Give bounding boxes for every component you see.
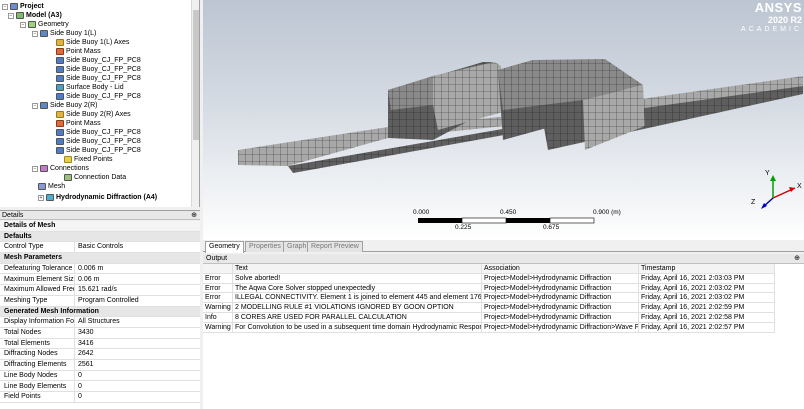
details-section[interactable]: Mesh Parameters	[0, 253, 200, 264]
details-row[interactable]: Total Nodes 3430	[0, 328, 200, 339]
fixed-points-icon	[64, 156, 72, 163]
scale-bar: 0.000 0.450 0.900 (m) 0.225 0.675	[413, 209, 653, 234]
axes-icon	[56, 39, 64, 46]
output-row[interactable]: Error Solve aborted! Project>Model>Hydrody…	[203, 273, 775, 284]
tree-scrollbar[interactable]	[191, 0, 199, 207]
output-panel: Text Association Timestamp Error Solve ab…	[203, 264, 804, 409]
mesh-icon	[38, 183, 46, 190]
tree-node-body[interactable]: Side Buoy_CJ_FP_PC8	[56, 92, 141, 101]
pin-icon[interactable]: ⊕	[191, 211, 197, 221]
tree-node-fixed-points[interactable]: Fixed Points	[64, 155, 113, 164]
scale-bar-segments	[418, 217, 595, 224]
pin-icon[interactable]: ⊕	[794, 254, 800, 264]
details-row[interactable]: Display Information For All Structures	[0, 317, 200, 328]
tree-node-axes[interactable]: Side Buoy 2(R) Axes	[56, 110, 131, 119]
analysis-icon	[46, 194, 54, 201]
tree-node-point-mass[interactable]: Point Mass	[56, 119, 101, 128]
tree-node-hydrodynamic-diffraction[interactable]: + Hydrodynamic Diffraction (A4)	[38, 193, 157, 202]
tree-node-point-mass[interactable]: Point Mass	[56, 47, 101, 56]
tree-node-model[interactable]: − Model (A3)	[8, 11, 62, 20]
output-row[interactable]: Error ILLEGAL CONNECTIVITY. Element 1 is …	[203, 293, 775, 304]
tree-node-body[interactable]: Side Buoy_CJ_FP_PC8	[56, 65, 141, 74]
body-icon	[56, 57, 64, 64]
part-icon	[40, 102, 48, 109]
expand-toggle-icon[interactable]: +	[38, 194, 44, 201]
details-panel-title: Details ⊕	[0, 210, 200, 220]
tab-report-preview[interactable]: Report Preview	[307, 241, 363, 252]
outline-tree: − Project − Model (A3) − Geometry − Side…	[0, 0, 200, 207]
details-panel: Details of Mesh Defaults Control Type Bas…	[0, 221, 200, 409]
output-header-row: Text Association Timestamp	[203, 264, 775, 274]
tree-node-body[interactable]: Side Buoy_CJ_FP_PC8	[56, 74, 141, 83]
connection-data-icon	[64, 174, 72, 181]
tree-node-geometry[interactable]: − Geometry	[20, 20, 69, 29]
details-header: Details of Mesh	[0, 221, 200, 232]
surface-body-icon	[56, 84, 64, 91]
details-row[interactable]: Maximum Allowed Freq... 15.621 rad/s	[0, 285, 200, 296]
details-row[interactable]: Line Body Nodes 0	[0, 370, 200, 382]
details-section[interactable]: Defaults	[0, 231, 200, 243]
body-icon	[56, 66, 64, 73]
ansys-logo: ANSYS 2020 R2 ACADEMIC	[741, 0, 802, 33]
collapse-toggle-icon[interactable]: −	[2, 3, 8, 10]
details-row[interactable]: Meshing Type Program Controlled	[0, 295, 200, 307]
tree-node-body[interactable]: Side Buoy_CJ_FP_PC8	[56, 137, 141, 146]
tree-node-side-buoy-2[interactable]: − Side Buoy 2(R)	[32, 101, 97, 110]
details-row[interactable]: Field Points 0	[0, 392, 200, 403]
body-icon	[56, 129, 64, 136]
axes-icon	[56, 111, 64, 118]
collapse-toggle-icon[interactable]: −	[20, 21, 26, 28]
tab-properties[interactable]: Properties	[245, 241, 285, 252]
output-row[interactable]: Warning For Convolution to be used in a s…	[203, 322, 775, 333]
output-panel-title: Output ⊕	[203, 254, 804, 264]
model-icon	[16, 12, 24, 19]
collapse-toggle-icon[interactable]: −	[32, 165, 38, 172]
details-row[interactable]: Diffracting Nodes 2642	[0, 349, 200, 361]
view-tabs: Geometry Properties Graph Report Preview	[203, 240, 804, 253]
collapse-toggle-icon[interactable]: −	[32, 102, 38, 109]
details-row[interactable]: Defeaturing Tolerance 0.006 m	[0, 263, 200, 275]
details-row[interactable]: Diffracting Elements 2561	[0, 360, 200, 371]
details-row[interactable]: Maximum Element Size 0.06 m	[0, 274, 200, 286]
body-icon	[56, 138, 64, 145]
output-row[interactable]: Error The Aqwa Core Solver stopped unexpe…	[203, 283, 775, 294]
tree-node-project[interactable]: − Project	[2, 2, 44, 11]
details-section[interactable]: Generated Mesh Information	[0, 306, 200, 318]
body-icon	[56, 75, 64, 82]
details-row[interactable]: Line Body Elements 0	[0, 381, 200, 393]
collapse-toggle-icon[interactable]: −	[8, 12, 14, 19]
mesh-model	[238, 59, 803, 173]
connections-icon	[40, 165, 48, 172]
output-row[interactable]: Warning 2 MODELLING RULE #1 VIOLATIONS IG…	[203, 303, 775, 313]
tree-node-side-buoy-1[interactable]: − Side Buoy 1(L)	[32, 29, 96, 38]
output-row[interactable]: Info 8 CORES ARE USED FOR PARALLEL CALCUL…	[203, 313, 775, 323]
details-row[interactable]: Total Elements 3416	[0, 338, 200, 350]
tab-geometry[interactable]: Geometry	[205, 241, 244, 253]
graphics-viewport[interactable]: ANSYS 2020 R2 ACADEMIC 0.000 0.450 0.900…	[203, 0, 804, 240]
body-icon	[56, 93, 64, 100]
details-row[interactable]: Control Type Basic Controls	[0, 242, 200, 254]
collapse-toggle-icon[interactable]: −	[32, 30, 38, 37]
part-icon	[40, 30, 48, 37]
tree-node-connection-data[interactable]: Connection Data	[64, 173, 126, 182]
tree-node-surface-body[interactable]: Surface Body - Lid	[56, 83, 124, 92]
tree-node-mesh[interactable]: Mesh	[38, 182, 65, 191]
point-mass-icon	[56, 48, 64, 55]
tree-node-body[interactable]: Side Buoy_CJ_FP_PC8	[56, 56, 141, 65]
tree-node-body[interactable]: Side Buoy_CJ_FP_PC8	[56, 146, 141, 155]
project-icon	[10, 3, 18, 10]
tree-node-connections[interactable]: − Connections	[32, 164, 89, 173]
geometry-icon	[28, 21, 36, 28]
point-mass-icon	[56, 120, 64, 127]
tree-node-axes[interactable]: Side Buoy 1(L) Axes	[56, 38, 129, 47]
scrollbar-thumb[interactable]	[193, 10, 199, 140]
body-icon	[56, 147, 64, 154]
tree-node-body[interactable]: Side Buoy_CJ_FP_PC8	[56, 128, 141, 137]
axes-triad[interactable]: X Y Z	[743, 170, 803, 210]
